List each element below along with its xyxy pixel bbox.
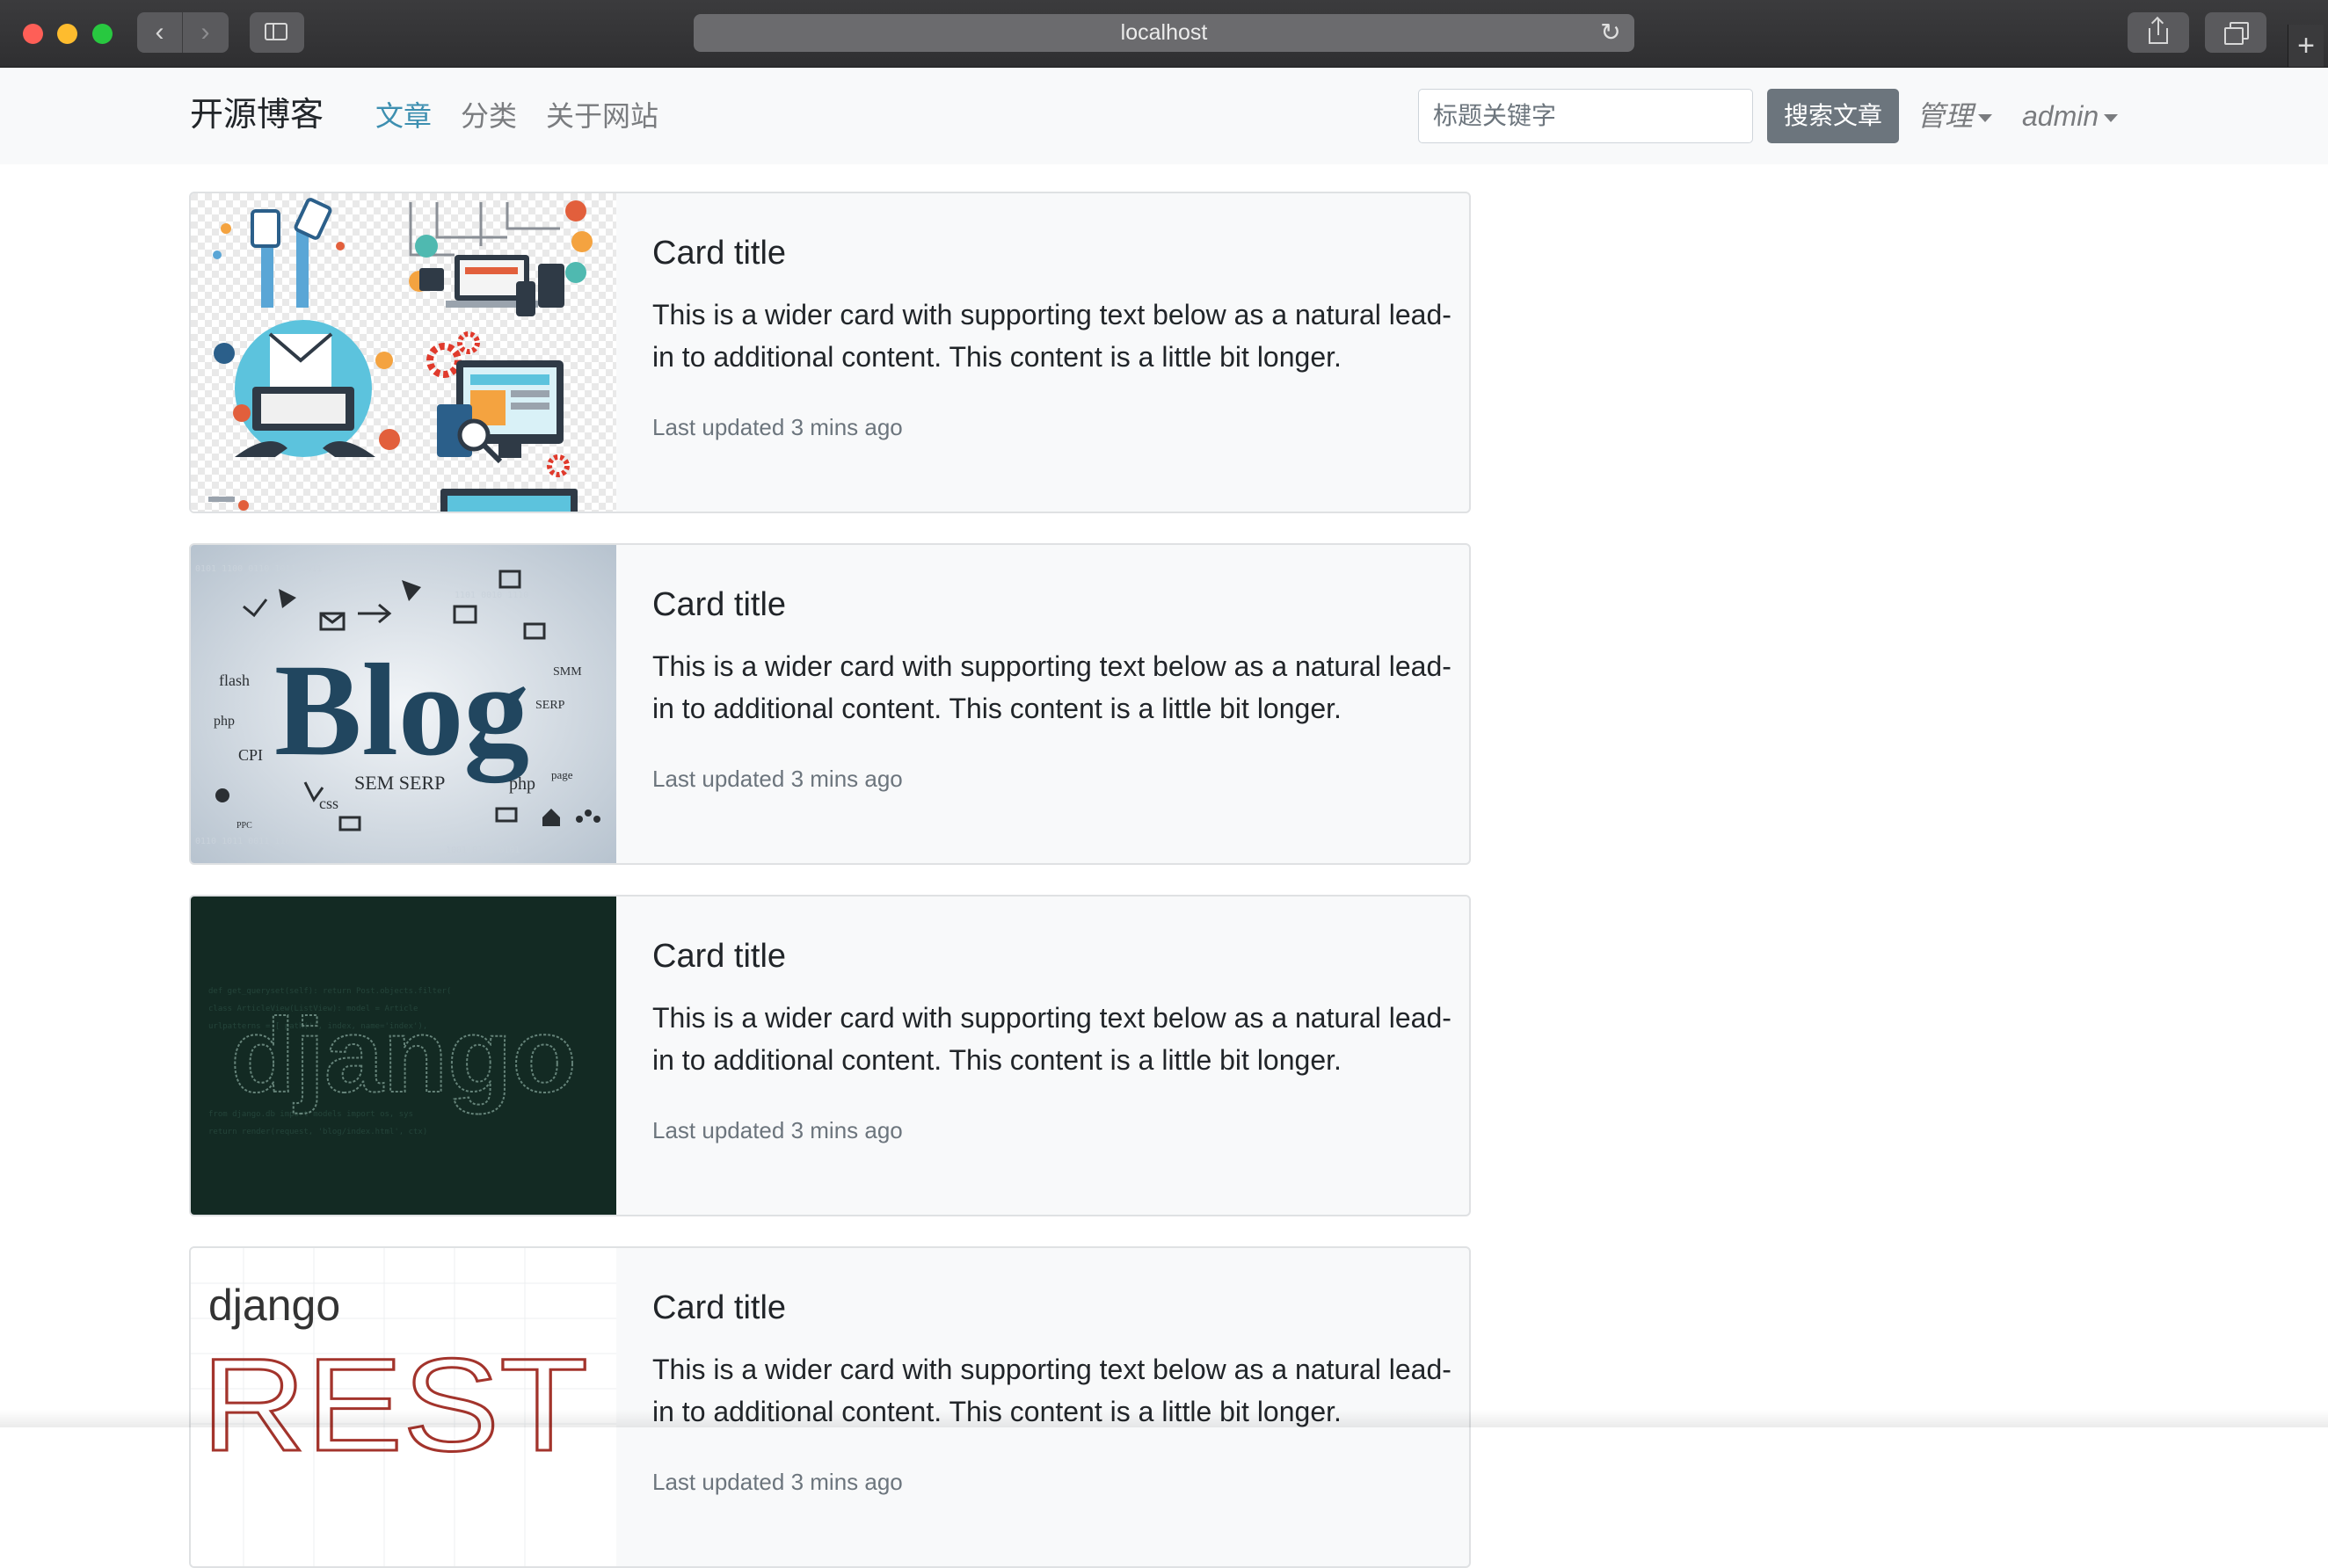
window-minimize-button[interactable] <box>57 24 77 44</box>
svg-text:php: php <box>214 714 235 729</box>
manage-dropdown-label: 管理 <box>1917 100 1974 132</box>
card-title[interactable]: Card title <box>652 232 786 274</box>
svg-text:php: php <box>509 774 535 794</box>
svg-text:django: django <box>208 1281 340 1330</box>
sidebar-icon <box>265 23 287 40</box>
show-tabs-button[interactable] <box>2205 12 2266 53</box>
share-arrow <box>2157 19 2159 35</box>
search-input[interactable] <box>1418 89 1753 143</box>
svg-text:0110 1011 0011 1100: 0110 1011 0011 1100 <box>195 837 295 846</box>
svg-text:1101 0010 1110: 1101 0010 1110 <box>455 591 528 600</box>
nav-link-categories[interactable]: 分类 <box>461 98 517 134</box>
svg-text:SMM: SMM <box>553 665 582 679</box>
forward-button[interactable]: › <box>183 12 228 53</box>
card-meta: Last updated 3 mins ago <box>652 1469 903 1495</box>
article-card[interactable]: django REST Card title This is a wider c… <box>189 1246 1471 1568</box>
user-dropdown-label: admin <box>2022 100 2099 132</box>
article-card[interactable]: def get_queryset(self): return Post.obje… <box>189 895 1471 1216</box>
svg-text:flash: flash <box>219 671 250 689</box>
card-title[interactable]: Card title <box>652 935 786 977</box>
svg-text:def get_queryset(self): return: def get_queryset(self): return Post.obje… <box>208 987 451 996</box>
svg-text:CPI: CPI <box>238 746 263 764</box>
svg-text:css: css <box>319 795 338 812</box>
window-bottom-edge <box>0 1410 2328 1427</box>
caret-down-icon <box>1978 114 1993 123</box>
nav-link-about[interactable]: 关于网站 <box>546 98 658 134</box>
card-title[interactable]: Card title <box>652 584 786 626</box>
card-text: This is a wider card with supporting tex… <box>652 1002 1451 1076</box>
svg-text:return render(request, 'blog/i: return render(request, 'blog/index.html'… <box>208 1128 427 1136</box>
card-image-blog-word-cloud: 0101 1100 0110 1011 0011 1101 0010 1110 … <box>191 545 616 863</box>
card-text: This is a wider card with supporting tex… <box>652 650 1451 724</box>
card-image-tech-illustration <box>191 193 616 512</box>
article-card[interactable]: Card title This is a wider card with sup… <box>189 192 1471 513</box>
browser-toolbar: ‹ › localhost ↻ + <box>0 0 2328 68</box>
search-button[interactable]: 搜索文章 <box>1767 89 1899 143</box>
card-title[interactable]: Card title <box>652 1287 786 1329</box>
nav-link-articles[interactable]: 文章 <box>375 98 432 134</box>
svg-text:1001 0111 0101: 1001 0111 0101 <box>446 846 520 855</box>
card-meta: Last updated 3 mins ago <box>652 766 903 792</box>
card-text: This is a wider card with supporting tex… <box>652 299 1451 373</box>
card-image-django-code-art: def get_queryset(self): return Post.obje… <box>191 897 616 1215</box>
caret-down-icon <box>2104 114 2119 123</box>
site-navbar: 开源博客 文章 分类 关于网站 搜索文章 管理 admin <box>0 68 2328 164</box>
sidebar-toggle-button[interactable] <box>250 12 304 53</box>
svg-text:REST: REST <box>201 1331 588 1478</box>
svg-text:0101 1100 0110 1011 0011: 0101 1100 0110 1011 0011 <box>195 564 323 574</box>
window-maximize-button[interactable] <box>92 24 113 44</box>
svg-text:django: django <box>230 997 576 1114</box>
user-dropdown[interactable]: admin <box>2022 98 2119 134</box>
svg-text:page: page <box>551 768 573 781</box>
back-button[interactable]: ‹ <box>137 12 183 53</box>
svg-text:SERP: SERP <box>535 699 565 712</box>
new-tab-button[interactable]: + <box>2288 25 2324 67</box>
site-brand[interactable]: 开源博客 <box>190 92 324 138</box>
window-close-button[interactable] <box>23 24 43 44</box>
chevron-right-icon: › <box>200 18 210 47</box>
svg-text:Blog: Blog <box>274 637 529 783</box>
card-meta: Last updated 3 mins ago <box>652 414 903 440</box>
url-text: localhost <box>1120 20 1208 45</box>
card-image-django-rest: django REST <box>191 1248 616 1566</box>
card-meta: Last updated 3 mins ago <box>652 1117 903 1143</box>
svg-text:SEM SERP: SEM SERP <box>354 772 445 794</box>
article-card[interactable]: 0101 1100 0110 1011 0011 1101 0010 1110 … <box>189 543 1471 865</box>
chevron-left-icon: ‹ <box>155 18 164 47</box>
reload-icon[interactable]: ↻ <box>1599 20 1622 45</box>
svg-text:PPC: PPC <box>236 821 252 831</box>
manage-dropdown[interactable]: 管理 <box>1917 98 1993 134</box>
tabs-icon-front <box>2224 27 2244 45</box>
address-bar[interactable]: localhost ↻ <box>694 14 1634 52</box>
history-nav: ‹ › <box>137 12 229 53</box>
plus-icon: + <box>2297 29 2315 62</box>
share-button[interactable] <box>2128 12 2189 53</box>
